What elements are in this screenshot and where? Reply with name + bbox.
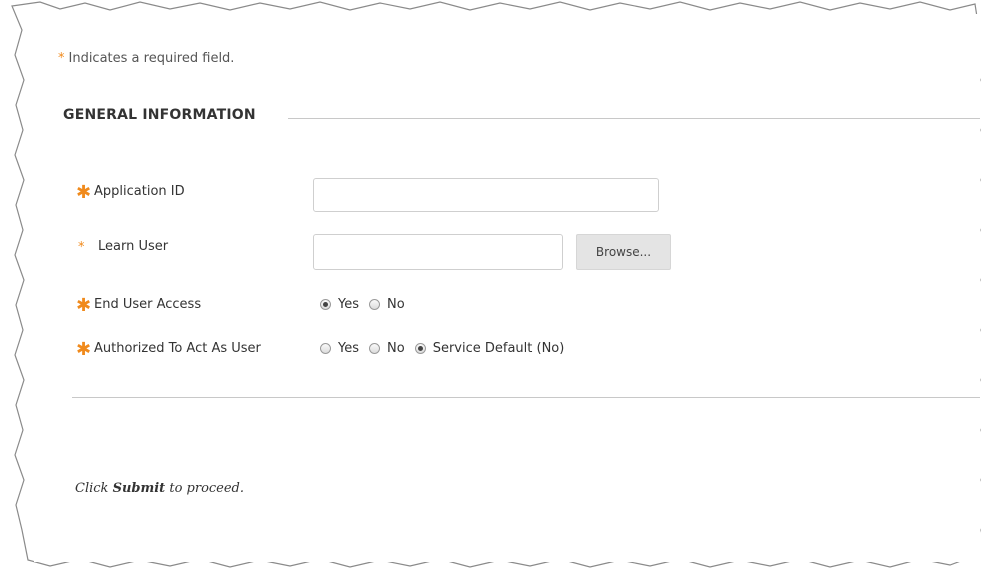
browse-button[interactable]: Browse... bbox=[576, 234, 671, 270]
required-star-icon: * bbox=[58, 51, 65, 66]
required-star-icon: * bbox=[78, 240, 85, 255]
application-id-label: Application ID bbox=[94, 184, 185, 199]
authorized-yes-radio[interactable] bbox=[320, 343, 331, 354]
end-user-access-label: End User Access bbox=[94, 297, 202, 312]
authorized-to-act-radio-group: Yes No Service Default (No) bbox=[320, 341, 574, 356]
required-field-note: * Indicates a required field. bbox=[58, 51, 235, 66]
authorized-to-act-label: Authorized To Act As User bbox=[94, 341, 261, 356]
learn-user-input[interactable] bbox=[313, 234, 563, 270]
radio-label: No bbox=[387, 297, 405, 312]
radio-label: No bbox=[387, 341, 405, 356]
radio-label: Service Default (No) bbox=[432, 341, 565, 356]
section-title: GENERAL INFORMATION bbox=[63, 107, 256, 123]
radio-label: Yes bbox=[338, 341, 359, 356]
learn-user-label: Learn User bbox=[98, 239, 169, 254]
authorized-service-default-radio[interactable] bbox=[414, 343, 426, 354]
required-star-icon: ✱ bbox=[76, 339, 92, 360]
end-user-access-radio-group: Yes No bbox=[320, 297, 415, 312]
radio-label: Yes bbox=[338, 297, 359, 312]
required-star-icon: ✱ bbox=[76, 182, 92, 203]
form-divider bbox=[72, 397, 980, 398]
authorized-no-radio[interactable] bbox=[369, 343, 380, 354]
submit-word: Submit bbox=[112, 481, 166, 496]
section-rule bbox=[288, 118, 980, 119]
form-page: * Indicates a required field. GENERAL INF… bbox=[34, 14, 980, 562]
end-user-access-yes-radio[interactable] bbox=[320, 299, 331, 310]
required-star-icon: ✱ bbox=[76, 295, 92, 316]
end-user-access-no-radio[interactable] bbox=[369, 299, 380, 310]
submit-instruction: Click Submit to proceed. bbox=[75, 481, 245, 496]
application-id-input[interactable] bbox=[313, 178, 659, 212]
